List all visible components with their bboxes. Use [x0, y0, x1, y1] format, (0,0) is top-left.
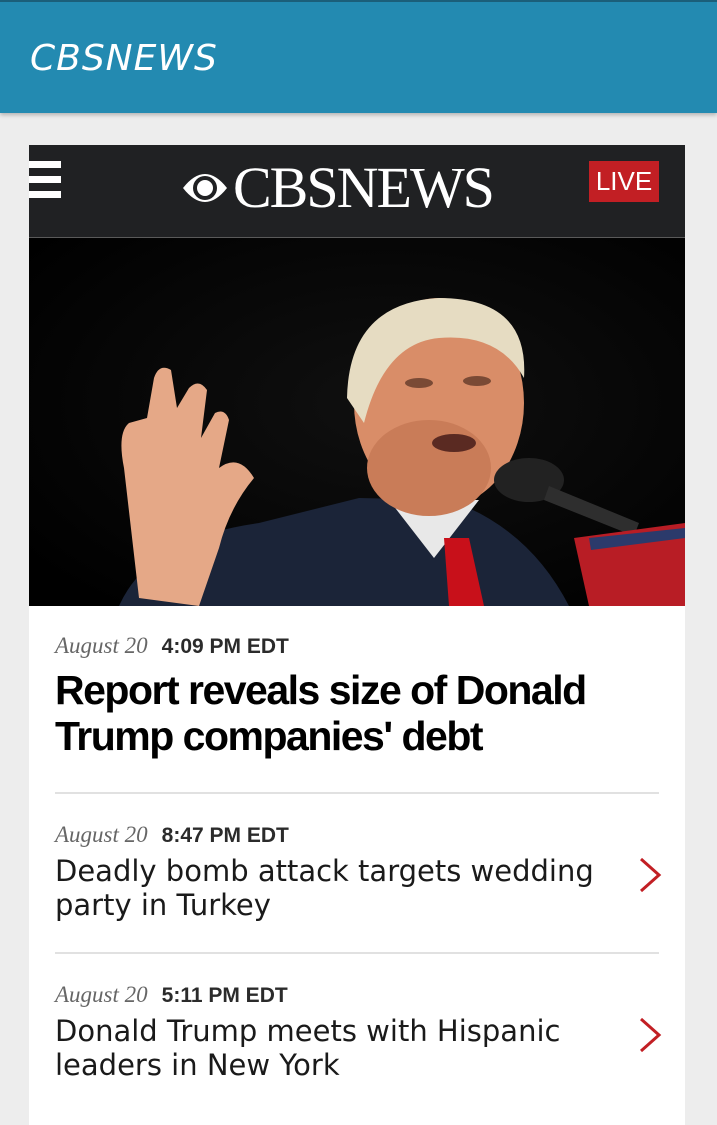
app-title: CBSNEWS: [30, 38, 218, 79]
story-meta: August 20 8:47 PM EDT: [55, 821, 659, 848]
story-time: 8:47 PM EDT: [161, 824, 289, 847]
cbs-eye-icon: [183, 174, 227, 202]
story-date: August 20: [55, 633, 148, 658]
chevron-right-icon[interactable]: [635, 855, 665, 895]
lead-story-headline[interactable]: Report reveals size of Donald Trump comp…: [55, 667, 659, 759]
app-bar: CBSNEWS: [0, 0, 717, 113]
lead-story[interactable]: August 20 4:09 PM EDT Report reveals size…: [55, 632, 659, 759]
lead-story-image[interactable]: [29, 238, 685, 606]
story-title[interactable]: Deadly bomb attack targets wedding party…: [55, 854, 595, 922]
site-logo[interactable]: CBSNEWS: [181, 153, 495, 223]
divider: [55, 952, 659, 954]
logo-text: CBSNEWS: [233, 155, 495, 220]
webview-card: CBSNEWS LIVE August 20 4:09 PM EDT Repor…: [29, 145, 685, 1125]
story-date: August 20: [55, 982, 148, 1007]
hero-photo: [29, 238, 685, 606]
story-time: 5:11 PM EDT: [161, 984, 288, 1007]
story-date: August 20: [55, 822, 148, 847]
live-button[interactable]: LIVE: [589, 161, 659, 202]
chevron-right-icon[interactable]: [635, 1015, 665, 1055]
story-meta: August 20 5:11 PM EDT: [55, 981, 659, 1008]
list-item[interactable]: August 20 5:11 PM EDT Donald Trump meets …: [55, 981, 662, 1082]
story-title[interactable]: Donald Trump meets with Hispanic leaders…: [55, 1014, 595, 1082]
list-item[interactable]: August 20 8:47 PM EDT Deadly bomb attack …: [55, 821, 662, 922]
hamburger-icon[interactable]: [29, 161, 61, 203]
divider: [55, 792, 659, 794]
lead-story-meta: August 20 4:09 PM EDT: [55, 632, 659, 659]
site-header: CBSNEWS LIVE: [29, 145, 685, 238]
story-time: 4:09 PM EDT: [161, 635, 289, 658]
